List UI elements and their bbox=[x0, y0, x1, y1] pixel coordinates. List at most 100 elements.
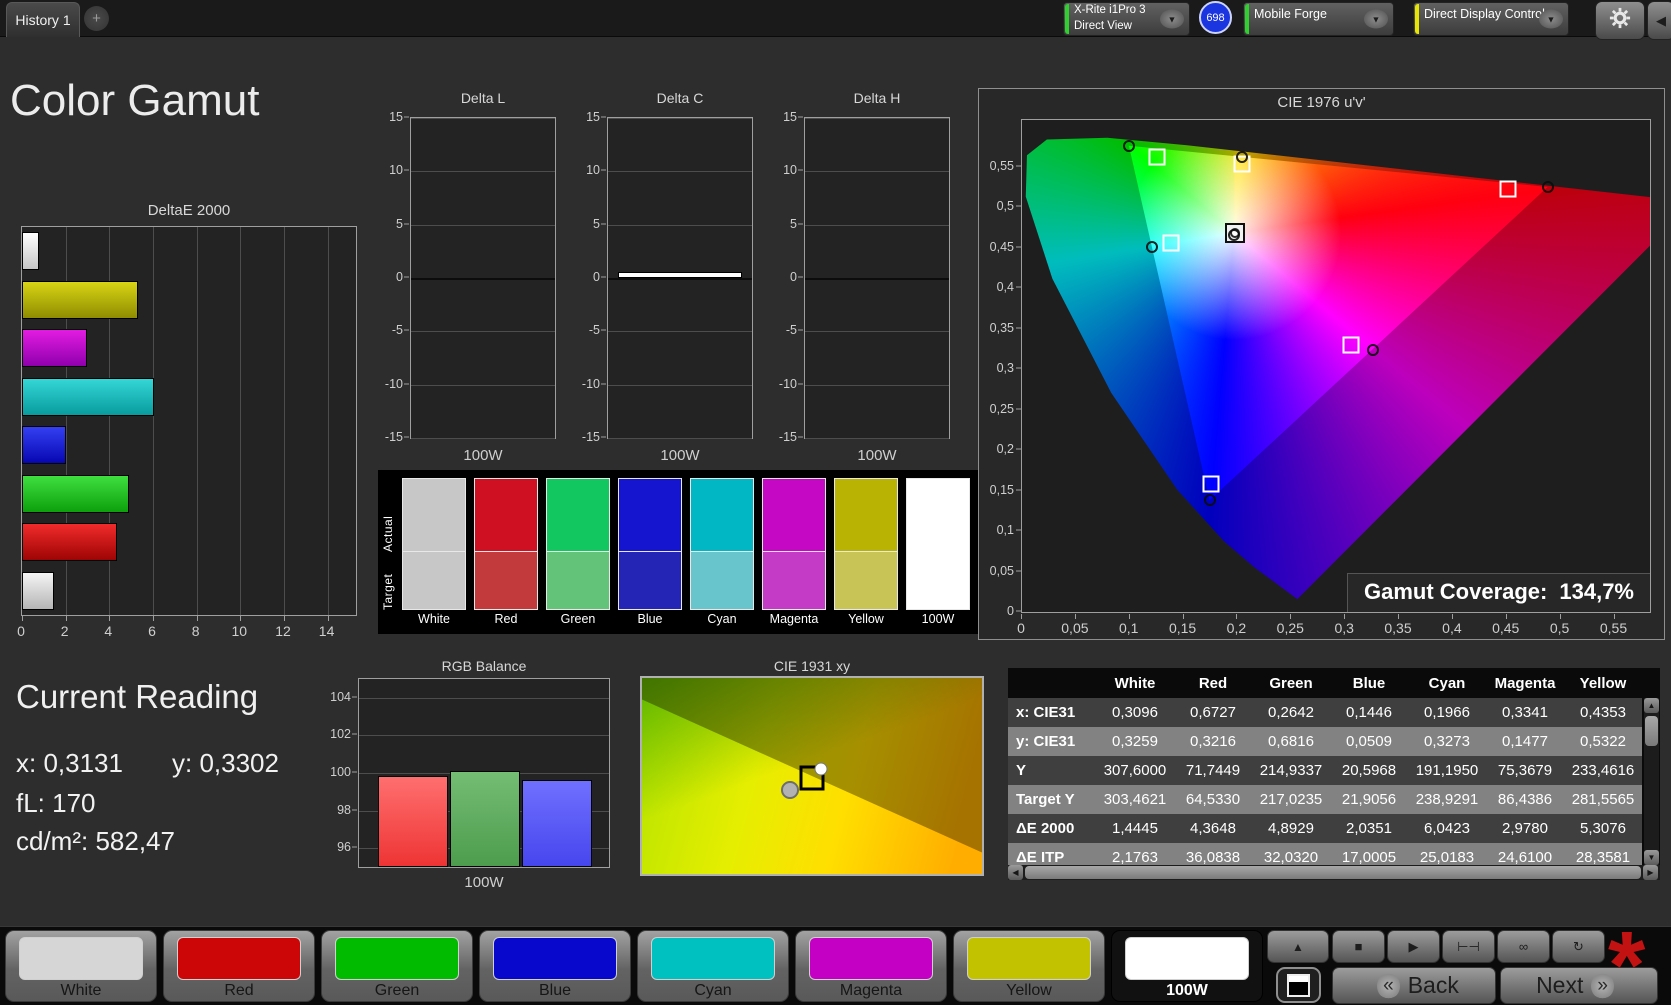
cie1976-y-label: 0,2 bbox=[996, 442, 1014, 457]
table-hscroll-thumb[interactable] bbox=[1025, 866, 1641, 879]
delta-gridline bbox=[411, 384, 555, 386]
cie1976-y-label: 0,1 bbox=[996, 523, 1014, 538]
pattern-swatch bbox=[335, 937, 459, 980]
pattern-up-button[interactable]: ▲ bbox=[1267, 930, 1329, 963]
deltae-axis-label: 0 bbox=[17, 623, 25, 639]
pattern-button-green[interactable]: Green bbox=[321, 930, 473, 1002]
table-cell: 4,8929 bbox=[1268, 820, 1314, 837]
pattern-swatch bbox=[967, 937, 1091, 980]
table-row-header: y: CIE31 bbox=[1016, 733, 1076, 750]
deltae-chart-title: DeltaE 2000 bbox=[147, 202, 231, 219]
deltae-x-axis: 0 2 4 6 8 10 12 14 bbox=[17, 621, 357, 639]
swatch-column-red bbox=[474, 478, 538, 610]
delta-l-chart: Delta L 15 10 5 0 -5 -10 -15 100W bbox=[385, 90, 556, 470]
meter-dropdown-label: X-Rite i1Pro 3 Direct View bbox=[1074, 4, 1146, 32]
chevrons-left-icon: « bbox=[1377, 972, 1400, 999]
delta-gridline bbox=[608, 224, 752, 226]
deltae-bar-yellow bbox=[22, 280, 138, 319]
table-vscroll-thumb[interactable] bbox=[1645, 716, 1658, 746]
workflow-status-stripe bbox=[1245, 4, 1249, 34]
pattern-button-100w[interactable]: 100W bbox=[1111, 930, 1263, 1002]
pattern-button-label: Yellow bbox=[1006, 982, 1052, 999]
table-scroll-right-button[interactable]: ▶ bbox=[1643, 865, 1658, 880]
pattern-button-yellow[interactable]: Yellow bbox=[953, 930, 1105, 1002]
table-scroll-down-button[interactable]: ▼ bbox=[1644, 850, 1659, 865]
cie1976-x-tick bbox=[1021, 614, 1022, 619]
table-cell: 24,6100 bbox=[1497, 849, 1553, 866]
play-icon: ▶ bbox=[1408, 938, 1419, 954]
table-column-header: Blue bbox=[1352, 674, 1386, 692]
interval-button[interactable]: ⊢⊣ bbox=[1442, 930, 1495, 963]
meter-count-badge: 698 bbox=[1199, 1, 1232, 34]
delta-gridline bbox=[411, 331, 555, 333]
rgb-y-tick bbox=[352, 771, 357, 773]
table-cell: 25,0183 bbox=[1419, 849, 1475, 866]
add-tab-button[interactable]: + bbox=[84, 6, 109, 31]
delta-y-tick bbox=[798, 383, 803, 385]
pattern-button-red[interactable]: Red bbox=[163, 930, 315, 1002]
pattern-button-blue[interactable]: Blue bbox=[479, 930, 631, 1002]
swatch-column-magenta bbox=[762, 478, 826, 610]
delta-y-tick bbox=[404, 383, 409, 385]
deltae-gridline bbox=[283, 227, 285, 615]
reading-fl: fL: 170 bbox=[16, 788, 96, 818]
delta-chart-title: Delta C bbox=[656, 90, 704, 106]
delta-y-tick bbox=[798, 223, 803, 225]
measured-marker-yellow bbox=[1236, 150, 1249, 163]
swatch-column-100w bbox=[906, 478, 970, 610]
continuous-button[interactable]: ∞ bbox=[1497, 930, 1550, 963]
pattern-button-label: Cyan bbox=[694, 982, 732, 999]
deltae-bar-green bbox=[22, 474, 129, 513]
chevron-down-icon: ▼ bbox=[1160, 9, 1184, 29]
swatch-label: Blue bbox=[637, 612, 663, 626]
table-cell: 0,3341 bbox=[1502, 704, 1548, 721]
delta-gridline bbox=[805, 278, 949, 280]
stop-button[interactable]: ■ bbox=[1332, 930, 1385, 963]
pattern-window-button[interactable] bbox=[1276, 967, 1321, 1003]
pattern-button-magenta[interactable]: Magenta bbox=[795, 930, 947, 1002]
refresh-button[interactable]: ↻ bbox=[1552, 930, 1605, 963]
display-control-dropdown[interactable]: Direct Display Control ▼ bbox=[1413, 2, 1569, 36]
table-cell: 21,9056 bbox=[1341, 791, 1397, 808]
back-button[interactable]: « Back bbox=[1332, 967, 1496, 1004]
table-row-header: ΔE ITP bbox=[1016, 849, 1065, 866]
table-cell: 28,3581 bbox=[1575, 849, 1631, 866]
swatch-actual bbox=[474, 478, 538, 552]
cie1976-y-tick bbox=[1016, 610, 1021, 612]
deltae-axis-label: 8 bbox=[191, 623, 200, 639]
table-scroll-up-button[interactable]: ▲ bbox=[1644, 698, 1659, 713]
play-button[interactable]: ▶ bbox=[1387, 930, 1440, 963]
cie1976-y-tick bbox=[1016, 529, 1021, 531]
swatch-column-white bbox=[402, 478, 466, 610]
delta-gridline bbox=[411, 438, 555, 439]
workflow-dropdown[interactable]: Mobile Forge ▼ bbox=[1243, 2, 1394, 36]
table-cell: 0,5322 bbox=[1580, 733, 1626, 750]
table-scroll-left-button[interactable]: ◀ bbox=[1008, 865, 1023, 880]
meter-dropdown[interactable]: X-Rite i1Pro 3 Direct View ▼ bbox=[1063, 2, 1190, 36]
swatch-label: 100W bbox=[921, 612, 955, 626]
back-button-label: Back bbox=[1407, 972, 1459, 998]
delta-gridline bbox=[608, 278, 752, 280]
deltae-bar-blue bbox=[22, 426, 67, 464]
tab-label: History 1 bbox=[15, 12, 71, 28]
collapse-panel-button[interactable]: ◀ bbox=[1647, 1, 1671, 40]
cie1976-x-label: 0,05 bbox=[1061, 620, 1089, 636]
pattern-button-white[interactable]: White bbox=[5, 930, 157, 1002]
deltae-axis-label: 12 bbox=[275, 623, 291, 639]
pattern-button-cyan[interactable]: Cyan bbox=[637, 930, 789, 1002]
rgb-balance-x-label: 100W bbox=[464, 874, 504, 891]
chevron-left-icon: ◀ bbox=[1656, 12, 1666, 28]
settings-button[interactable] bbox=[1595, 1, 1645, 40]
tab-history-1[interactable]: History 1 bbox=[6, 2, 80, 37]
table-cell: 0,6816 bbox=[1268, 733, 1314, 750]
delta-gridline bbox=[805, 331, 949, 333]
cie1931-target-dot bbox=[814, 762, 828, 776]
delta-y-tick bbox=[798, 276, 803, 278]
table-cell: 36,0838 bbox=[1185, 849, 1241, 866]
delta-y-label: -15 bbox=[581, 430, 600, 444]
delta-y-tick bbox=[404, 116, 409, 118]
deltae-axis-label: 14 bbox=[318, 623, 335, 639]
deltae-bar-100w bbox=[22, 232, 40, 270]
swatch-column-yellow bbox=[834, 478, 898, 610]
delta-y-label: -10 bbox=[581, 376, 600, 391]
